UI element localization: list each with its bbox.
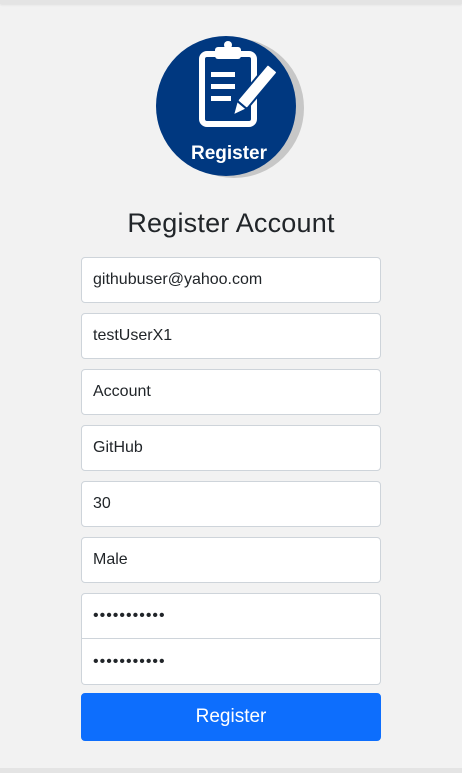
first-name-field[interactable]: [81, 369, 381, 415]
top-divider: [0, 0, 462, 4]
register-form: Register: [81, 257, 381, 741]
logo-label: Register: [191, 143, 268, 164]
bottom-divider: [0, 768, 462, 773]
page-title: Register Account: [127, 208, 335, 238]
register-logo: Register: [156, 36, 304, 178]
gender-field[interactable]: [81, 537, 381, 583]
confirm-password-field[interactable]: [81, 639, 381, 685]
register-button[interactable]: Register: [81, 693, 381, 741]
last-name-field[interactable]: [81, 425, 381, 471]
email-field[interactable]: [81, 257, 381, 303]
age-field[interactable]: [81, 481, 381, 527]
password-field[interactable]: [81, 593, 381, 639]
username-field[interactable]: [81, 313, 381, 359]
